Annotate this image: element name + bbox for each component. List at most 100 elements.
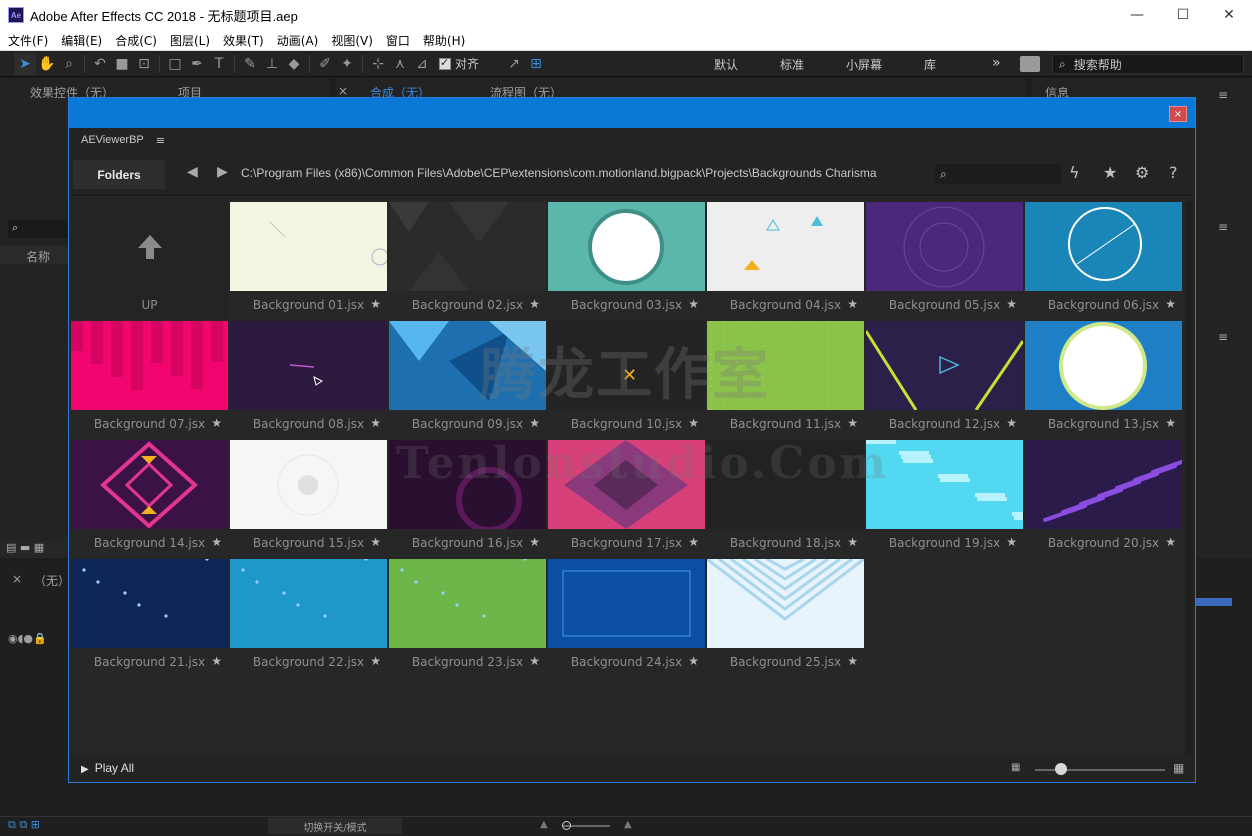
- hand-tool-icon[interactable]: ✋: [36, 53, 58, 75]
- favorite-star-icon[interactable]: ★: [688, 535, 699, 549]
- background-thumbnail[interactable]: [707, 440, 864, 529]
- background-tile[interactable]: Background 04.jsx ★: [707, 202, 864, 319]
- dialog-close-button[interactable]: ×: [1169, 106, 1187, 122]
- background-tile[interactable]: Background 16.jsx ★: [389, 440, 546, 557]
- panel-menu-icon[interactable]: ≡: [1218, 220, 1228, 234]
- rotate-tool-icon[interactable]: ↶: [89, 53, 111, 75]
- background-thumbnail[interactable]: [230, 202, 387, 291]
- background-thumbnail[interactable]: [548, 202, 705, 291]
- favorites-star-icon[interactable]: ★: [1103, 163, 1117, 182]
- zoom-out-icon[interactable]: ▲: [540, 819, 548, 830]
- extension-menu-icon[interactable]: ≡: [156, 134, 165, 147]
- background-tile[interactable]: Background 23.jsx ★: [389, 559, 546, 676]
- background-tile[interactable]: Background 01.jsx ★: [230, 202, 387, 319]
- favorite-star-icon[interactable]: ★: [688, 416, 699, 430]
- background-thumbnail[interactable]: [1025, 440, 1182, 529]
- favorite-star-icon[interactable]: ★: [1165, 416, 1176, 430]
- background-tile[interactable]: Background 09.jsx ★: [389, 321, 546, 438]
- background-tile[interactable]: Background 20.jsx ★: [1025, 440, 1182, 557]
- settings-gear-icon[interactable]: ⚙: [1135, 163, 1149, 182]
- back-arrow-icon[interactable]: ◀: [187, 164, 198, 180]
- eraser-tool-icon[interactable]: ◆: [283, 53, 305, 75]
- pan-behind-tool-icon[interactable]: ⊡: [133, 53, 155, 75]
- close-button[interactable]: ✕: [1206, 0, 1252, 30]
- camera-tool-icon[interactable]: ■: [111, 53, 133, 75]
- play-all-button[interactable]: ▶ Play All: [81, 761, 134, 775]
- background-thumbnail[interactable]: [389, 440, 546, 529]
- workspace-default[interactable]: 默认: [714, 56, 738, 73]
- pen-tool-icon[interactable]: ✒: [186, 53, 208, 75]
- favorite-star-icon[interactable]: ★: [847, 297, 858, 311]
- background-thumbnail[interactable]: [71, 440, 228, 529]
- background-tile[interactable]: ✕ Background 10.jsx ★: [548, 321, 705, 438]
- column-name[interactable]: 名称: [26, 248, 50, 265]
- favorite-star-icon[interactable]: ★: [529, 535, 540, 549]
- background-thumbnail[interactable]: [230, 559, 387, 648]
- background-tile[interactable]: Background 25.jsx ★: [707, 559, 864, 676]
- favorite-star-icon[interactable]: ★: [211, 416, 222, 430]
- background-tile[interactable]: Background 13.jsx ★: [1025, 321, 1182, 438]
- background-tile[interactable]: Background 18.jsx ★: [707, 440, 864, 557]
- menu-window[interactable]: 窗口: [386, 32, 410, 49]
- background-thumbnail[interactable]: [866, 321, 1023, 410]
- timeline-zoom-knob[interactable]: [562, 821, 571, 830]
- up-tile[interactable]: UP: [71, 202, 228, 319]
- workspace-standard[interactable]: 标准: [780, 56, 804, 73]
- background-tile[interactable]: Background 15.jsx ★: [230, 440, 387, 557]
- favorite-star-icon[interactable]: ★: [211, 654, 222, 668]
- timeline-close-icon[interactable]: ×: [12, 572, 22, 586]
- background-thumbnail[interactable]: [230, 440, 387, 529]
- favorite-star-icon[interactable]: ★: [370, 654, 381, 668]
- tab-timeline[interactable]: （无）: [34, 572, 70, 589]
- brush-tool-icon[interactable]: ✎: [239, 53, 261, 75]
- minimize-button[interactable]: —: [1114, 0, 1160, 30]
- workspace-more-button[interactable]: »: [992, 55, 1001, 71]
- background-tile[interactable]: Background 05.jsx ★: [866, 202, 1023, 319]
- background-tile[interactable]: Background 24.jsx ★: [548, 559, 705, 676]
- background-tile[interactable]: Background 11.jsx ★: [707, 321, 864, 438]
- type-tool-icon[interactable]: T: [208, 53, 230, 75]
- favorite-star-icon[interactable]: ★: [847, 416, 858, 430]
- workspace-small-screen[interactable]: 小屏幕: [846, 56, 882, 73]
- lightning-icon[interactable]: ϟ: [1069, 163, 1080, 182]
- rectangle-tool-icon[interactable]: □: [164, 53, 186, 75]
- background-tile[interactable]: Background 19.jsx ★: [866, 440, 1023, 557]
- background-thumbnail[interactable]: [707, 321, 864, 410]
- favorite-star-icon[interactable]: ★: [529, 416, 540, 430]
- background-thumbnail[interactable]: [230, 321, 387, 410]
- background-tile[interactable]: Background 03.jsx ★: [548, 202, 705, 319]
- background-thumbnail[interactable]: [548, 440, 705, 529]
- favorite-star-icon[interactable]: ★: [529, 654, 540, 668]
- background-tile[interactable]: Background 21.jsx ★: [71, 559, 228, 676]
- background-tile[interactable]: Background 08.jsx ★: [230, 321, 387, 438]
- roto-brush-tool-icon[interactable]: ✐: [314, 53, 336, 75]
- favorite-star-icon[interactable]: ★: [370, 297, 381, 311]
- favorite-star-icon[interactable]: ★: [529, 297, 540, 311]
- favorite-star-icon[interactable]: ★: [847, 535, 858, 549]
- large-grid-icon[interactable]: ▦: [1173, 761, 1184, 775]
- background-thumbnail[interactable]: [548, 559, 705, 648]
- favorite-star-icon[interactable]: ★: [211, 535, 222, 549]
- render-icon[interactable]: ⧉ ⧉ ⊞: [8, 818, 40, 832]
- background-thumbnail[interactable]: [707, 559, 864, 648]
- background-tile[interactable]: Background 02.jsx ★: [389, 202, 546, 319]
- axis-world-icon[interactable]: ⋏: [389, 53, 411, 75]
- folders-button[interactable]: Folders: [73, 160, 165, 189]
- background-thumbnail[interactable]: [866, 202, 1023, 291]
- favorite-star-icon[interactable]: ★: [1165, 535, 1176, 549]
- zoom-tool-icon[interactable]: ⌕: [58, 53, 80, 75]
- panel-menu-icon[interactable]: ≡: [1218, 330, 1228, 344]
- layer-switches-icon[interactable]: ◉◖●🔒: [8, 632, 47, 645]
- grid-scrollbar[interactable]: [1185, 202, 1193, 754]
- favorite-star-icon[interactable]: ★: [1006, 297, 1017, 311]
- help-question-icon[interactable]: ?: [1169, 163, 1178, 182]
- background-tile[interactable]: Background 06.jsx ★: [1025, 202, 1182, 319]
- composition-close-icon[interactable]: ×: [338, 84, 348, 98]
- menu-view[interactable]: 视图(V): [331, 32, 373, 49]
- background-tile[interactable]: Background 17.jsx ★: [548, 440, 705, 557]
- snap-options-icon[interactable]: ↗: [503, 53, 525, 75]
- maximize-button[interactable]: ☐: [1160, 0, 1206, 30]
- menu-edit[interactable]: 编辑(E): [61, 32, 102, 49]
- favorite-star-icon[interactable]: ★: [688, 297, 699, 311]
- small-grid-icon[interactable]: ▦: [1011, 762, 1020, 773]
